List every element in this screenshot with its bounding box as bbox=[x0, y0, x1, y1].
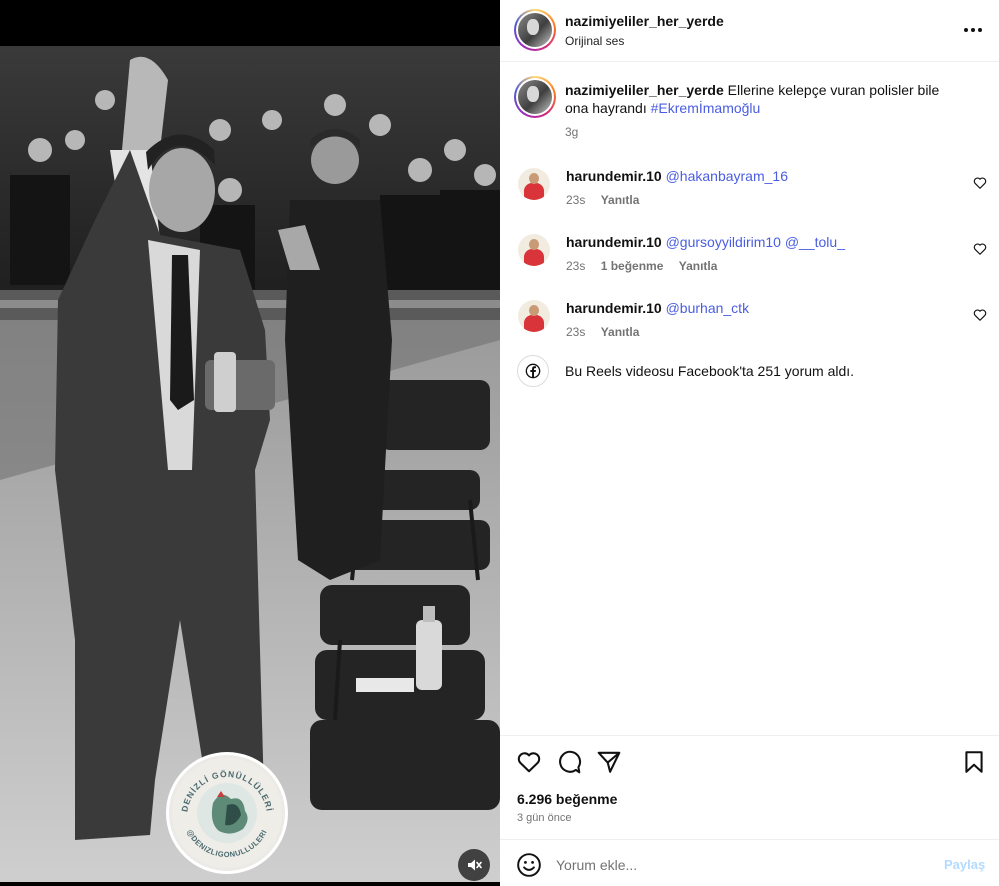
comment-mentions[interactable]: @gursoyyildirim10 @__tolu_ bbox=[666, 234, 845, 250]
commenter-username[interactable]: harundemir.10 bbox=[566, 300, 662, 316]
comment-meta: 23s Yanıtla bbox=[566, 325, 651, 339]
comment-item: harundemir.10 @burhan_ctk 23s Yanıtla bbox=[500, 297, 999, 357]
author-avatar[interactable] bbox=[514, 9, 556, 51]
comment-time: 23s bbox=[566, 259, 586, 273]
comment-mentions[interactable]: @burhan_ctk bbox=[666, 300, 749, 316]
heart-icon bbox=[973, 309, 987, 321]
reply-button[interactable]: Yanıtla bbox=[679, 259, 718, 273]
caption-text: nazimiyeliler_her_yerde Ellerine kelepçe… bbox=[565, 81, 965, 117]
reel-video[interactable]: DENİZLİ GÖNÜLLÜLERİ @DENIZLIGONULLULERI bbox=[0, 0, 500, 886]
mute-button[interactable] bbox=[458, 849, 490, 881]
comment-like-button[interactable] bbox=[973, 308, 987, 322]
comment-button[interactable] bbox=[556, 749, 582, 775]
facebook-icon bbox=[517, 355, 549, 387]
heart-icon bbox=[973, 243, 987, 255]
facebook-comments-note[interactable]: Bu Reels videosu Facebook'ta 251 yorum a… bbox=[500, 355, 999, 387]
video-letterbox-top bbox=[0, 0, 500, 46]
more-options-button[interactable] bbox=[962, 20, 984, 40]
share-button[interactable] bbox=[596, 749, 622, 775]
heart-icon bbox=[517, 752, 541, 773]
comment-time: 23s bbox=[566, 193, 586, 207]
emoji-icon bbox=[517, 853, 541, 877]
rooster-seal-icon: DENİZLİ GÖNÜLLÜLERİ @DENIZLIGONULLULERI bbox=[172, 758, 282, 868]
caption-timestamp: 3g bbox=[565, 125, 579, 139]
comment-time: 23s bbox=[566, 325, 586, 339]
more-options-icon bbox=[964, 28, 982, 32]
comment-likes-count[interactable]: 1 beğenme bbox=[601, 259, 664, 273]
post-date: 3 gün önce bbox=[517, 812, 572, 824]
comment-like-button[interactable] bbox=[973, 176, 987, 190]
emoji-button[interactable] bbox=[516, 852, 542, 878]
post-header: nazimiyeliler_her_yerde Orijinal ses bbox=[500, 0, 999, 62]
post-actions: 6.296 beğenme 3 gün önce bbox=[500, 735, 999, 839]
commenter-username[interactable]: harundemir.10 bbox=[566, 168, 662, 184]
comment-mentions[interactable]: @hakanbayram_16 bbox=[666, 168, 788, 184]
save-button[interactable] bbox=[961, 749, 987, 775]
comment-text: harundemir.10 @gursoyyildirim10 @__tolu_ bbox=[566, 234, 845, 250]
commenter-avatar[interactable] bbox=[518, 168, 550, 200]
comment-text: harundemir.10 @burhan_ctk bbox=[566, 300, 749, 316]
bookmark-icon bbox=[965, 751, 983, 773]
likes-count[interactable]: 6.296 beğenme bbox=[517, 791, 617, 807]
muted-speaker-icon bbox=[468, 859, 482, 871]
post-details-panel: nazimiyeliler_her_yerde Orijinal ses naz… bbox=[500, 0, 999, 886]
post-comment-button[interactable]: Paylaş bbox=[944, 857, 985, 872]
facebook-note-text: Bu Reels videosu Facebook'ta 251 yorum a… bbox=[565, 363, 855, 379]
reply-button[interactable]: Yanıtla bbox=[601, 193, 640, 207]
share-icon bbox=[597, 751, 621, 773]
comment-input[interactable] bbox=[556, 854, 926, 876]
original-audio-link[interactable]: Orijinal ses bbox=[565, 34, 624, 48]
caption-username[interactable]: nazimiyeliler_her_yerde bbox=[565, 82, 724, 98]
comment-like-button[interactable] bbox=[973, 242, 987, 256]
comment-item: harundemir.10 @hakanbayram_16 23s Yanıtl… bbox=[500, 165, 999, 225]
commenter-username[interactable]: harundemir.10 bbox=[566, 234, 662, 250]
video-letterbox-bottom bbox=[0, 882, 500, 886]
reply-button[interactable]: Yanıtla bbox=[601, 325, 640, 339]
comment-icon bbox=[559, 750, 582, 774]
denizli-gonulluleri-logo: DENİZLİ GÖNÜLLÜLERİ @DENIZLIGONULLULERI bbox=[166, 752, 288, 874]
comment-composer: Paylaş bbox=[500, 839, 999, 886]
video-frame bbox=[0, 46, 500, 886]
comment-meta: 23s 1 beğenme Yanıtla bbox=[566, 259, 729, 273]
comment-text: harundemir.10 @hakanbayram_16 bbox=[566, 168, 788, 184]
caption-hashtag[interactable]: #Ekremİmamoğlu bbox=[651, 100, 761, 116]
like-button[interactable] bbox=[516, 749, 542, 775]
commenter-avatar[interactable] bbox=[518, 300, 550, 332]
comment-item: harundemir.10 @gursoyyildirim10 @__tolu_… bbox=[500, 231, 999, 291]
caption-author-avatar[interactable] bbox=[514, 76, 556, 118]
author-username[interactable]: nazimiyeliler_her_yerde bbox=[565, 13, 724, 29]
heart-icon bbox=[973, 177, 987, 189]
commenter-avatar[interactable] bbox=[518, 234, 550, 266]
comment-meta: 23s Yanıtla bbox=[566, 193, 651, 207]
